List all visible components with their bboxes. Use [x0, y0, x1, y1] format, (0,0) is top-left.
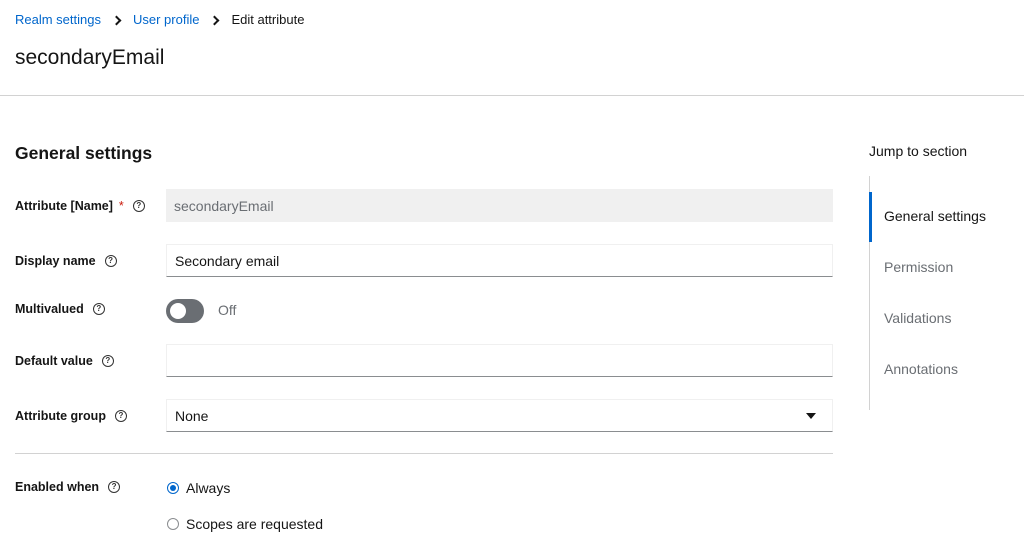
question-circle-icon[interactable]: ?: [104, 255, 117, 267]
multivalued-label: Multivalued ?: [15, 302, 105, 316]
jump-active-indicator: [869, 192, 872, 242]
breadcrumb-realm-settings[interactable]: Realm settings: [15, 12, 101, 27]
display-name-label-text: Display name: [15, 254, 96, 268]
multivalued-toggle[interactable]: [166, 299, 204, 323]
attribute-name-label-text: Attribute [Name]: [15, 199, 113, 213]
display-name-label: Display name ?: [15, 254, 117, 268]
attribute-name-field[interactable]: secondaryEmail: [166, 189, 833, 222]
display-name-field[interactable]: Secondary email: [166, 244, 833, 277]
default-value-label: Default value ?: [15, 354, 114, 368]
attribute-group-label-text: Attribute group: [15, 409, 106, 423]
radio-always-label[interactable]: Always: [186, 480, 230, 496]
toggle-knob: [170, 303, 186, 319]
question-circle-icon[interactable]: ?: [101, 355, 114, 367]
multivalued-label-text: Multivalued: [15, 302, 84, 316]
attribute-group-selected: None: [175, 407, 209, 424]
question-circle-icon[interactable]: ?: [114, 410, 127, 422]
question-circle-icon[interactable]: ?: [132, 200, 145, 212]
attribute-name-label: Attribute [Name] * ?: [15, 199, 145, 213]
chevron-right-icon: [112, 13, 122, 27]
radio-scopes-requested[interactable]: [167, 518, 179, 530]
jump-to-section-title: Jump to section: [869, 143, 968, 159]
chevron-right-icon: [210, 13, 220, 27]
breadcrumb-user-profile[interactable]: User profile: [133, 12, 199, 27]
jump-item-annotations[interactable]: Annotations: [884, 361, 958, 377]
default-value-field[interactable]: [166, 344, 833, 377]
breadcrumb: Realm settings User profile Edit attribu…: [15, 12, 304, 27]
display-name-value: Secondary email: [175, 252, 280, 269]
page-header: Realm settings User profile Edit attribu…: [0, 0, 1024, 96]
section-title-general-settings: General settings: [15, 143, 153, 163]
radio-always[interactable]: [167, 482, 179, 494]
attribute-name-value: secondaryEmail: [174, 197, 274, 214]
breadcrumb-current: Edit attribute: [231, 12, 305, 27]
attribute-group-label: Attribute group ?: [15, 409, 127, 423]
caret-down-icon: [806, 413, 816, 419]
jump-item-permission[interactable]: Permission: [884, 259, 953, 275]
enabled-when-label: Enabled when ?: [15, 480, 121, 494]
question-circle-icon[interactable]: ?: [92, 303, 105, 315]
enabled-when-label-text: Enabled when: [15, 480, 100, 494]
default-value-label-text: Default value: [15, 354, 93, 368]
section-divider: [15, 453, 833, 454]
page-title: secondaryEmail: [15, 46, 165, 69]
jump-item-general-settings[interactable]: General settings: [884, 208, 986, 224]
multivalued-state-label: Off: [218, 302, 237, 318]
required-marker: *: [118, 199, 124, 213]
question-circle-icon[interactable]: ?: [108, 481, 121, 493]
jump-item-validations[interactable]: Validations: [884, 310, 951, 326]
radio-scopes-requested-label[interactable]: Scopes are requested: [186, 516, 323, 532]
attribute-group-select[interactable]: None: [166, 399, 833, 432]
